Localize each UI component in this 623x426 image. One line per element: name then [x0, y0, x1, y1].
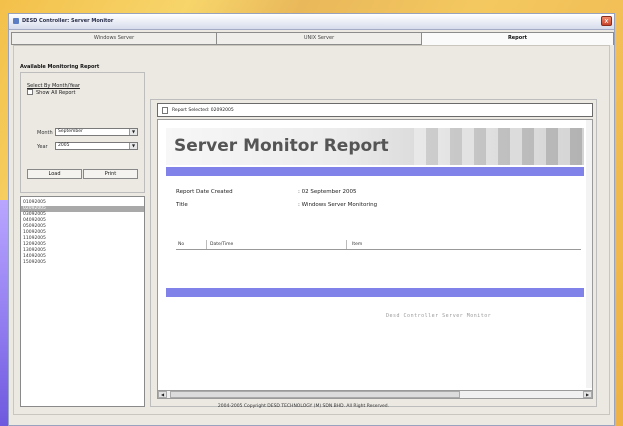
column-divider	[346, 240, 347, 249]
report-list[interactable]: 01092005 02092005 03092005 04092005 0509…	[20, 196, 145, 407]
show-all-label: Show All Report	[36, 90, 76, 96]
section-title: Available Monitoring Report	[20, 64, 100, 70]
select-by-month-link[interactable]: Select By Month/Year	[27, 83, 80, 89]
window-title: DESD Controller: Server Monitor	[22, 18, 114, 24]
footer-signature: Desd Controller Server Monitor	[386, 313, 492, 319]
year-value: 2005	[58, 143, 70, 148]
report-selected-field: Report Selected: 02092005	[157, 103, 593, 117]
report-title: Server Monitor Report	[174, 136, 389, 156]
show-all-checkbox[interactable]	[27, 89, 33, 95]
column-divider	[206, 240, 207, 249]
title-label: Title	[176, 202, 188, 208]
year-label: Year	[37, 144, 48, 150]
col-datetime: Date/Time	[210, 242, 234, 247]
year-select[interactable]: 2005 ▼	[55, 142, 138, 150]
date-label: Report Date Created	[176, 189, 233, 195]
load-button[interactable]: Load	[27, 169, 82, 179]
banner-pattern	[414, 128, 584, 165]
scroll-thumb[interactable]	[170, 391, 460, 398]
chevron-down-icon[interactable]: ▼	[129, 143, 137, 149]
copyright-text: 2004-2005 Copyright DESD TECHNOLOGY (M) …	[217, 404, 390, 409]
horizontal-scrollbar[interactable]: ◀ ▶	[157, 390, 593, 399]
month-select[interactable]: September ▼	[55, 128, 138, 136]
list-item[interactable]: 15092005	[21, 260, 144, 266]
scroll-left-icon[interactable]: ◀	[158, 391, 167, 398]
header-band	[166, 167, 584, 176]
app-icon	[13, 18, 19, 24]
print-button[interactable]: Print	[83, 169, 138, 179]
scroll-right-icon[interactable]: ▶	[583, 391, 592, 398]
report-viewer[interactable]: Server Monitor Report Report Date Create…	[157, 119, 593, 399]
document-icon	[162, 107, 168, 114]
tab-windows-server[interactable]: Windows Server	[11, 32, 217, 45]
footer-band	[166, 288, 584, 297]
date-value: : 02 September 2005	[298, 189, 357, 195]
report-banner: Server Monitor Report	[166, 128, 584, 165]
close-button[interactable]: x	[601, 16, 612, 26]
title-value: : Windows Server Monitoring	[298, 202, 378, 208]
report-table-header: No Date/Time Item	[176, 240, 581, 250]
month-label: Month	[37, 130, 53, 136]
col-no: No	[178, 242, 185, 247]
tab-report[interactable]: Report	[421, 32, 614, 45]
tab-bar: Windows Server UNIX Server Report	[11, 32, 614, 45]
title-bar: DESD Controller: Server Monitor x	[9, 14, 614, 30]
report-selected-text: Report Selected: 02092005	[172, 108, 234, 113]
vertical-scrollbar[interactable]	[586, 120, 592, 388]
month-value: September	[58, 129, 83, 134]
chevron-down-icon[interactable]: ▼	[129, 129, 137, 135]
col-item: Item	[352, 242, 363, 247]
tab-unix-server[interactable]: UNIX Server	[216, 32, 422, 45]
